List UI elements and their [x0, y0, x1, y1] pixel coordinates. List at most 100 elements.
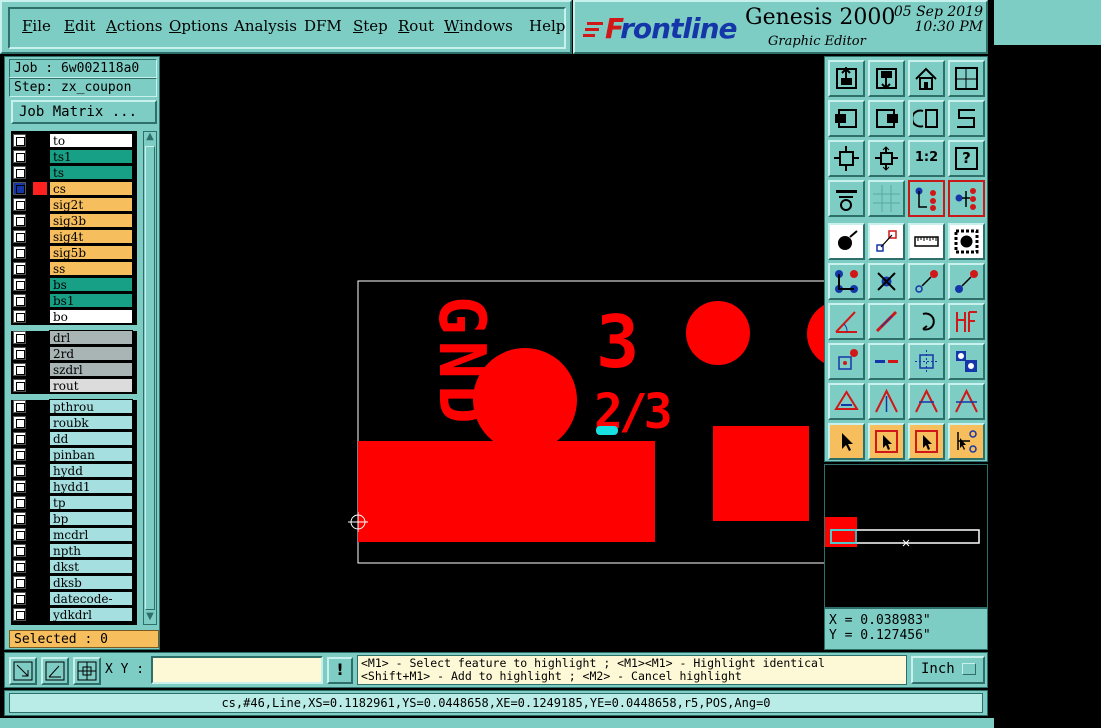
layer-name[interactable]: hydd1 [49, 479, 133, 494]
layer-name[interactable]: cs [49, 181, 133, 196]
graphic-canvas[interactable]: GND 3 2/3 [160, 56, 824, 650]
layer-name[interactable]: npth [49, 543, 133, 558]
overview-map[interactable] [824, 464, 988, 608]
layer-row-roubk[interactable]: roubk [11, 415, 137, 430]
layer-name[interactable]: hydd [49, 463, 133, 478]
layer-checkbox[interactable] [13, 230, 26, 243]
layer-row-rout[interactable]: rout [11, 378, 137, 393]
layer-row-tp[interactable]: tp [11, 495, 137, 510]
move-to-pad-icon[interactable] [908, 263, 945, 300]
zoom-center-icon[interactable] [868, 140, 905, 177]
scroll-thumb[interactable] [145, 146, 155, 610]
tools-icon[interactable] [828, 180, 865, 217]
layer-row-datecode-pbo[interactable]: datecode-pbo [11, 591, 137, 620]
layer-row-ss[interactable]: ss [11, 261, 137, 276]
add-text-icon[interactable] [828, 383, 865, 420]
layer-row-drl[interactable]: drl [11, 330, 137, 345]
layer-row-pinban[interactable]: pinban [11, 447, 137, 462]
layer-row-dd[interactable]: dd [11, 431, 137, 446]
layer-checkbox[interactable] [13, 400, 26, 413]
select-pointer-icon[interactable] [828, 423, 865, 460]
job-matrix-button[interactable]: Job Matrix ... [11, 100, 157, 124]
layer-row-2rd[interactable]: 2rd [11, 346, 137, 361]
zoom-home-icon[interactable] [828, 60, 865, 97]
pcb-view[interactable]: GND 3 2/3 [160, 56, 824, 650]
layer-row-npth[interactable]: npth [11, 543, 137, 558]
grid-icon[interactable] [868, 180, 905, 217]
split-line-icon[interactable] [868, 343, 905, 380]
layer-checkbox[interactable] [13, 379, 26, 392]
layer-checkbox[interactable] [13, 294, 26, 307]
layer-row-hydd1[interactable]: hydd1 [11, 479, 137, 494]
layer-name[interactable]: sig2t [49, 197, 133, 212]
redraw-icon[interactable] [908, 100, 945, 137]
menu-windows[interactable]: Windows [444, 17, 513, 35]
layer-name[interactable]: rout [49, 378, 133, 393]
draw-line-icon[interactable] [868, 303, 905, 340]
add-pad-icon[interactable] [828, 343, 865, 380]
layer-name[interactable]: szdrl [49, 362, 133, 377]
layer-name[interactable]: roubk [49, 415, 133, 430]
layer-name[interactable]: dkst [49, 559, 133, 574]
layer-checkbox[interactable] [13, 496, 26, 509]
angle-line-icon[interactable] [828, 303, 865, 340]
layer-name[interactable]: bs [49, 277, 133, 292]
ruler-icon[interactable] [908, 223, 945, 260]
menu-help[interactable]: Help [529, 17, 565, 35]
layer-row-pthrou[interactable]: pthrou [11, 399, 137, 414]
fillet-text-icon[interactable] [948, 383, 985, 420]
menu-actions[interactable]: Actions [106, 17, 162, 35]
home-icon[interactable] [908, 60, 945, 97]
layer-name[interactable]: mcdrl [49, 527, 133, 542]
delete-feature-icon[interactable] [868, 263, 905, 300]
scroll-up-icon[interactable]: ▲ [145, 132, 155, 144]
layer-row-sig5b[interactable]: sig5b [11, 245, 137, 260]
pan-right-icon[interactable] [868, 100, 905, 137]
offset-line-icon[interactable] [948, 303, 985, 340]
net-select-icon[interactable] [908, 180, 945, 217]
layer-name[interactable]: sig5b [49, 245, 133, 260]
layer-checkbox[interactable] [13, 278, 26, 291]
layer-checkbox[interactable] [13, 347, 26, 360]
layer-scrollbar[interactable]: ▲ ▼ [143, 131, 157, 625]
layer-row-dkst[interactable]: dkst [11, 559, 137, 574]
menu-dfm[interactable]: DFM [304, 17, 342, 35]
measure-pad-icon[interactable] [828, 223, 865, 260]
layer-checkbox[interactable] [13, 576, 26, 589]
menu-analysis[interactable]: Analysis [234, 17, 297, 35]
layer-row-mcdrl[interactable]: mcdrl [11, 527, 137, 542]
layer-row-bp[interactable]: bp [11, 511, 137, 526]
layer-checkbox[interactable] [13, 134, 26, 147]
highlighted-line-feature[interactable] [596, 426, 618, 435]
layer-row-szdrl[interactable]: szdrl [11, 362, 137, 377]
layer-row-bs[interactable]: bs [11, 277, 137, 292]
layer-checkbox[interactable] [13, 544, 26, 557]
layer-name[interactable]: sig3b [49, 213, 133, 228]
layer-name[interactable]: bo [49, 309, 133, 324]
layer-checkbox[interactable] [13, 416, 26, 429]
layer-row-sig4t[interactable]: sig4t [11, 229, 137, 244]
layer-row-bs1[interactable]: bs1 [11, 293, 137, 308]
layer-checkbox[interactable] [13, 608, 26, 621]
connect-pads-icon[interactable] [828, 263, 865, 300]
layer-checkbox[interactable] [13, 512, 26, 525]
layer-name[interactable]: dd [49, 431, 133, 446]
resize-feature-icon[interactable] [908, 343, 945, 380]
layer-checkbox[interactable] [13, 150, 26, 163]
layer-name[interactable]: ss [49, 261, 133, 276]
layer-name[interactable]: sig4t [49, 229, 133, 244]
pan-left-icon[interactable] [828, 100, 865, 137]
layer-checkbox[interactable] [13, 182, 26, 195]
zoom-fit-icon[interactable] [828, 140, 865, 177]
layer-checkbox[interactable] [13, 528, 26, 541]
help-button[interactable]: ? [948, 140, 985, 177]
layer-checkbox[interactable] [13, 166, 26, 179]
window-layout-icon[interactable] [948, 60, 985, 97]
spread-text-icon[interactable] [868, 383, 905, 420]
layer-checkbox[interactable] [13, 363, 26, 376]
menu-options[interactable]: Options [169, 17, 228, 35]
layer-name[interactable]: ydkdrl [49, 607, 133, 622]
menu-rout[interactable]: Rout [398, 17, 434, 35]
layer-checkbox[interactable] [13, 560, 26, 573]
layer-row-bo[interactable]: bo [11, 309, 137, 324]
